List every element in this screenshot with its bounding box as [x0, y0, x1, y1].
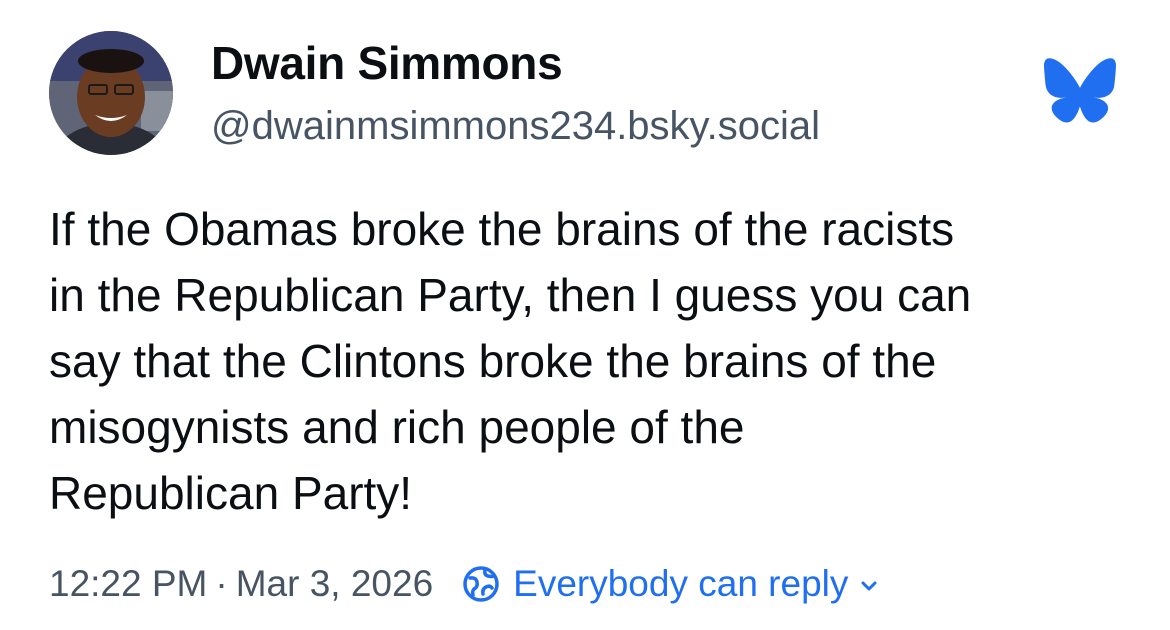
author-display-name[interactable]: Dwain Simmons — [211, 36, 563, 90]
post-date: Mar 3, 2026 — [235, 563, 434, 604]
post-card: Dwain Simmons @dwainmsimmons234.bsky.soc… — [0, 0, 1170, 630]
avatar-photo — [49, 31, 173, 155]
bluesky-butterfly-icon — [1044, 58, 1116, 124]
reply-setting-button[interactable]: Everybody can reply — [461, 563, 880, 605]
post-text: If the Obamas broke the brains of the ra… — [49, 203, 972, 519]
globe-icon — [461, 564, 501, 604]
post-meta: 12:22 PM · Mar 3, 2026 Everybody can rep… — [49, 560, 880, 608]
reply-setting-label: Everybody can reply — [513, 563, 849, 604]
meta-separator: · — [215, 563, 228, 604]
chevron-down-icon — [858, 575, 880, 597]
author-avatar[interactable] — [49, 31, 173, 155]
author-handle[interactable]: @dwainmsimmons234.bsky.social — [211, 104, 820, 149]
post-time: 12:22 PM — [49, 563, 208, 604]
